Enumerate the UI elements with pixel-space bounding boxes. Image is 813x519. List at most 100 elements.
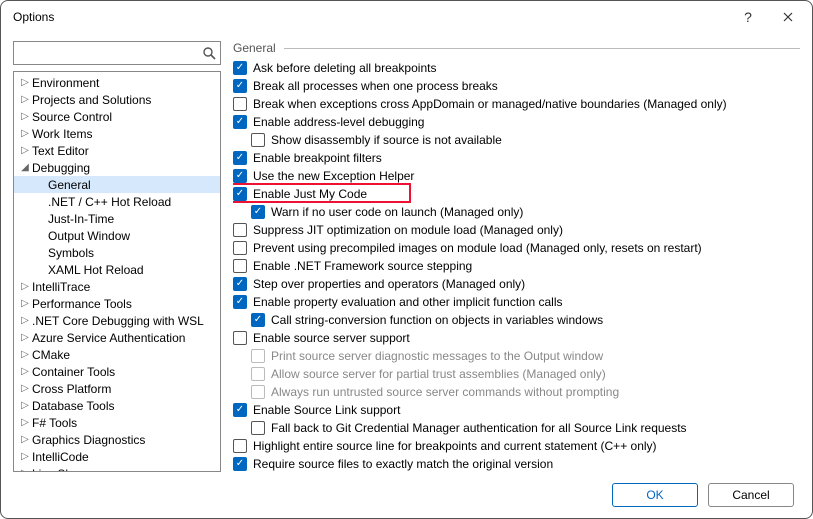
ok-button[interactable]: OK — [612, 483, 698, 507]
checkbox[interactable] — [251, 133, 265, 147]
chevron-down-icon: ◢ — [18, 162, 32, 173]
setting-row: Allow source server for partial trust as… — [233, 365, 796, 383]
chevron-right-icon: ▷ — [18, 298, 32, 309]
checkbox[interactable] — [233, 61, 247, 75]
right-pane: General Ask before deleting all breakpoi… — [233, 41, 800, 472]
checkbox[interactable] — [233, 439, 247, 453]
chevron-right-icon: ▷ — [18, 434, 32, 445]
chevron-right-icon: ▷ — [18, 332, 32, 343]
cancel-button[interactable]: Cancel — [708, 483, 794, 507]
setting-label: Call string-conversion function on objec… — [271, 313, 603, 327]
tree-item[interactable]: ▷Source Control — [14, 108, 220, 125]
setting-row: Enable breakpoint filters — [233, 149, 796, 167]
setting-label: Print source server diagnostic messages … — [271, 349, 603, 363]
setting-row: Break when exceptions cross AppDomain or… — [233, 95, 796, 113]
tree-item[interactable]: ▷Azure Service Authentication — [14, 329, 220, 346]
setting-row: Highlight entire source line for breakpo… — [233, 437, 796, 455]
setting-row: Enable Source Link support — [233, 401, 796, 419]
tree-item[interactable]: ▷Cross Platform — [14, 380, 220, 397]
checkbox[interactable] — [233, 277, 247, 291]
chevron-right-icon: ▷ — [18, 94, 32, 105]
chevron-right-icon: ▷ — [18, 315, 32, 326]
tree-item-label: Output Window — [48, 229, 130, 243]
setting-label: Enable .NET Framework source stepping — [253, 259, 472, 273]
checkbox[interactable] — [251, 313, 265, 327]
tree-item-label: Azure Service Authentication — [32, 331, 185, 345]
setting-label: Enable address-level debugging — [253, 115, 424, 129]
checkbox[interactable] — [233, 223, 247, 237]
settings-list[interactable]: Ask before deleting all breakpoints Break… — [233, 59, 800, 472]
checkbox[interactable] — [233, 403, 247, 417]
group-title: General — [233, 41, 276, 55]
tree-item[interactable]: ▷Projects and Solutions — [14, 91, 220, 108]
tree-item[interactable]: ▷Live Share — [14, 465, 220, 472]
tree-item[interactable]: ▷Work Items — [14, 125, 220, 142]
setting-label: Enable property evaluation and other imp… — [253, 295, 563, 309]
search-box[interactable] — [13, 41, 221, 65]
checkbox[interactable] — [233, 295, 247, 309]
setting-row: Suppress JIT optimization on module load… — [233, 221, 796, 239]
tree-item-label: Source Control — [32, 110, 112, 124]
setting-label: Ask before deleting all breakpoints — [253, 61, 436, 75]
search-input[interactable] — [18, 45, 202, 61]
chevron-right-icon: ▷ — [18, 145, 32, 156]
tree-item[interactable]: ▷.NET Core Debugging with WSL — [14, 312, 220, 329]
tree-item[interactable]: Just-In-Time — [14, 210, 220, 227]
checkbox[interactable] — [233, 115, 247, 129]
tree-item[interactable]: ▷IntelliCode — [14, 448, 220, 465]
checkbox[interactable] — [233, 79, 247, 93]
setting-label: Highlight entire source line for breakpo… — [253, 439, 657, 453]
setting-label: Show disassembly if source is not availa… — [271, 133, 502, 147]
tree-item[interactable]: General — [14, 176, 220, 193]
setting-row: Break all processes when one process bre… — [233, 77, 796, 95]
tree-item[interactable]: ▷CMake — [14, 346, 220, 363]
checkbox[interactable] — [233, 241, 247, 255]
checkbox[interactable] — [233, 97, 247, 111]
setting-label: Require source files to exactly match th… — [253, 457, 553, 471]
checkbox[interactable] — [233, 169, 247, 183]
tree-item[interactable]: Output Window — [14, 227, 220, 244]
checkbox[interactable] — [251, 205, 265, 219]
setting-row: Enable address-level debugging — [233, 113, 796, 131]
tree-item[interactable]: ▷Text Editor — [14, 142, 220, 159]
tree-item-label: Performance Tools — [32, 297, 132, 311]
tree-item[interactable]: ▷F# Tools — [14, 414, 220, 431]
category-tree[interactable]: ▷Environment▷Projects and Solutions▷Sour… — [13, 71, 221, 472]
setting-row: Require source files to exactly match th… — [233, 455, 796, 472]
tree-item[interactable]: XAML Hot Reload — [14, 261, 220, 278]
checkbox — [251, 385, 265, 399]
chevron-right-icon: ▷ — [18, 349, 32, 360]
setting-row: Enable .NET Framework source stepping — [233, 257, 796, 275]
tree-item-label: Debugging — [32, 161, 90, 175]
checkbox[interactable] — [251, 421, 265, 435]
setting-label: Break when exceptions cross AppDomain or… — [253, 97, 727, 111]
checkbox — [251, 367, 265, 381]
setting-label: Use the new Exception Helper — [253, 169, 414, 183]
checkbox[interactable] — [233, 331, 247, 345]
setting-row: Print source server diagnostic messages … — [233, 347, 796, 365]
tree-item[interactable]: ▷Database Tools — [14, 397, 220, 414]
tree-item[interactable]: ▷Graphics Diagnostics — [14, 431, 220, 448]
help-button[interactable]: ? — [728, 3, 768, 31]
tree-item[interactable]: ◢Debugging — [14, 159, 220, 176]
setting-label: Enable breakpoint filters — [253, 151, 382, 165]
checkbox[interactable] — [233, 457, 247, 471]
divider — [284, 48, 800, 49]
tree-item[interactable]: Symbols — [14, 244, 220, 261]
tree-item[interactable]: .NET / C++ Hot Reload — [14, 193, 220, 210]
close-button[interactable] — [768, 3, 808, 31]
checkbox[interactable] — [233, 187, 247, 201]
checkbox[interactable] — [233, 151, 247, 165]
tree-item-label: CMake — [32, 348, 70, 362]
setting-row: Enable source server support — [233, 329, 796, 347]
tree-item-label: Cross Platform — [32, 382, 111, 396]
checkbox[interactable] — [233, 259, 247, 273]
tree-item[interactable]: ▷Environment — [14, 74, 220, 91]
titlebar: Options ? — [1, 1, 812, 33]
tree-item[interactable]: ▷Container Tools — [14, 363, 220, 380]
setting-row: Use the new Exception Helper — [233, 167, 796, 185]
tree-item[interactable]: ▷Performance Tools — [14, 295, 220, 312]
setting-row: Fall back to Git Credential Manager auth… — [233, 419, 796, 437]
tree-item[interactable]: ▷IntelliTrace — [14, 278, 220, 295]
tree-item-label: IntelliCode — [32, 450, 89, 464]
